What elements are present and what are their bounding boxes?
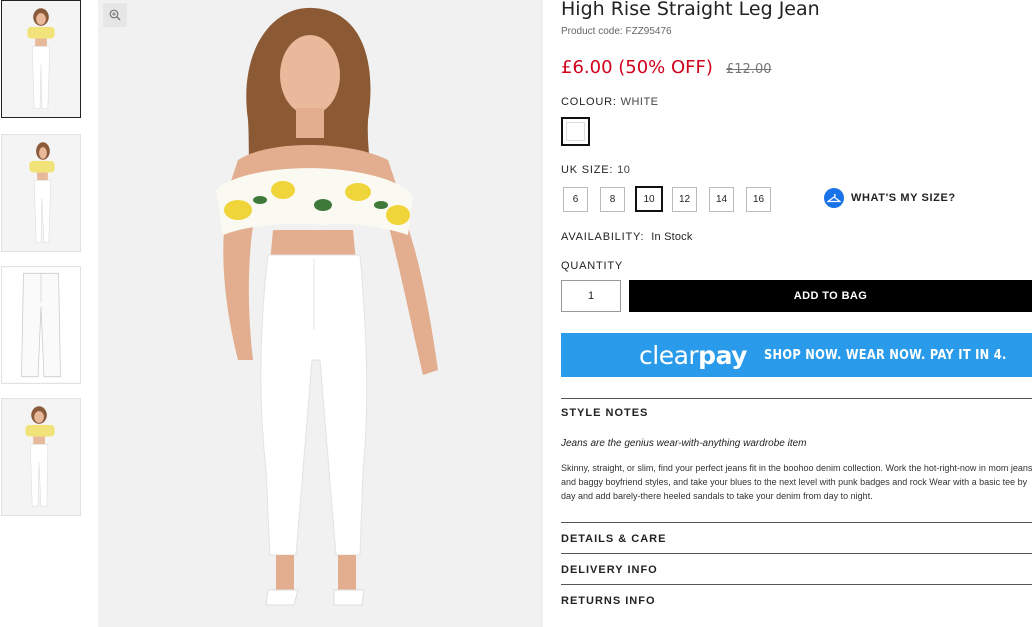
zoom-in-icon xyxy=(109,9,121,21)
original-price: £12.00 xyxy=(726,62,772,77)
thumbnail-3[interactable] xyxy=(1,266,81,384)
clearpay-banner[interactable]: clearpay SHOP NOW. WEAR NOW. PAY IT IN 4… xyxy=(561,333,1032,377)
whats-my-size-label: WHAT'S MY SIZE? xyxy=(851,192,956,204)
availability-row: AVAILABILITY: In Stock xyxy=(561,231,693,243)
add-to-bag-button[interactable]: ADD TO BAG xyxy=(629,280,1032,312)
clearpay-logo-light: clear xyxy=(639,340,699,370)
clearpay-logo: clearpay xyxy=(639,341,747,370)
whats-my-size-link[interactable]: WHAT'S MY SIZE? xyxy=(824,188,956,208)
divider-details xyxy=(561,522,1032,523)
size-option-6[interactable]: 6 xyxy=(563,187,588,212)
zoom-button[interactable] xyxy=(103,3,127,27)
delivery-info-section[interactable]: DELIVERY INFO xyxy=(561,564,658,576)
returns-info-section[interactable]: RETURNS INFO xyxy=(561,595,656,607)
swatch-fill xyxy=(566,122,585,141)
size-option-12[interactable]: 12 xyxy=(672,187,697,212)
style-notes-tagline: Jeans are the genius wear-with-anything … xyxy=(561,438,807,449)
size-option-16[interactable]: 16 xyxy=(746,187,771,212)
colour-label: COLOUR: xyxy=(561,96,617,108)
hanger-icon xyxy=(824,188,844,208)
availability-label: AVAILABILITY: xyxy=(561,231,645,243)
product-title: High Rise Straight Leg Jean xyxy=(561,0,820,20)
model-illustration xyxy=(98,0,543,627)
style-notes-heading[interactable]: STYLE NOTES xyxy=(561,407,648,419)
size-value: 10 xyxy=(617,164,631,176)
main-product-image[interactable] xyxy=(98,0,543,627)
colour-swatch-white[interactable] xyxy=(561,117,590,146)
divider-style-notes xyxy=(561,398,1032,399)
clearpay-logo-bold: pay xyxy=(698,340,747,370)
thumbnail-4[interactable] xyxy=(1,398,81,516)
thumbnail-1[interactable] xyxy=(1,0,81,118)
quantity-input[interactable] xyxy=(561,280,621,312)
size-label: UK SIZE: xyxy=(561,164,614,176)
sale-price: £6.00 (50% OFF) xyxy=(561,57,713,78)
quantity-label: QUANTITY xyxy=(561,260,624,272)
divider-returns xyxy=(561,584,1032,585)
product-code: Product code: FZZ95476 xyxy=(561,26,672,37)
size-option-10[interactable]: 10 xyxy=(635,186,663,212)
size-option-8[interactable]: 8 xyxy=(600,187,625,212)
size-option-14[interactable]: 14 xyxy=(709,187,734,212)
size-label-row: UK SIZE: 10 xyxy=(561,164,630,176)
colour-value: WHITE xyxy=(620,96,659,108)
availability-value: In Stock xyxy=(651,231,693,243)
divider-delivery xyxy=(561,553,1032,554)
colour-label-row: COLOUR: WHITE xyxy=(561,96,659,108)
style-notes-description: Skinny, straight, or slim, find your per… xyxy=(561,463,1032,501)
clearpay-tagline: SHOP NOW. WEAR NOW. PAY IT IN 4. xyxy=(763,347,1007,363)
thumbnail-2[interactable] xyxy=(1,134,81,252)
details-care-section[interactable]: DETAILS & CARE xyxy=(561,533,666,545)
